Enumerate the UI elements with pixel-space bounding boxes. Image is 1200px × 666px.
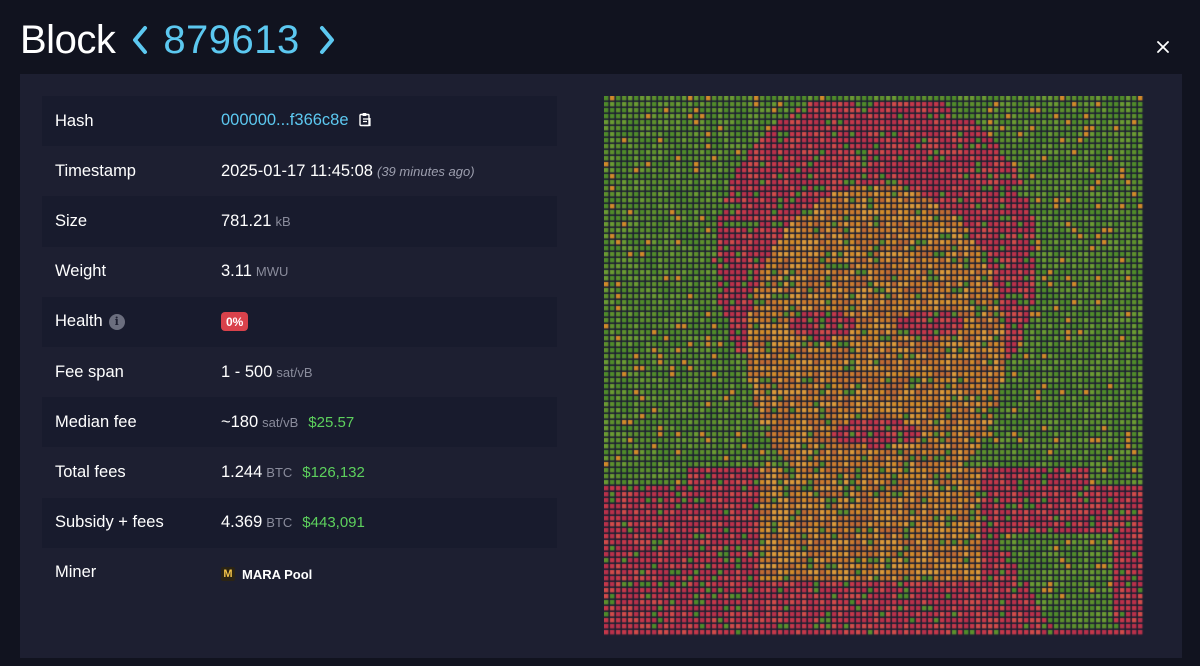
info-icon[interactable]: i — [108, 313, 125, 330]
mara-pool-logo-icon: M — [221, 567, 235, 582]
page-header: Block 879613 — [20, 14, 340, 66]
block-height: 879613 — [163, 17, 300, 62]
subsidy-fees-value: 4.369 — [221, 513, 263, 532]
row-total-fees: Total fees 1.244 BTC $126,132 — [42, 447, 557, 497]
median-fee-label: Median fee — [55, 412, 137, 431]
block-details-table: Hash 000000...f366c8e Timestamp 2025-01-… — [42, 96, 557, 598]
weight-unit: MWU — [255, 264, 289, 280]
row-weight: Weight 3.11 MWU — [42, 247, 557, 297]
total-fees-value: 1.244 — [221, 462, 263, 481]
total-fees-label: Total fees — [55, 462, 126, 481]
total-fees-fiat: $126,132 — [302, 463, 365, 481]
block-transactions-visualization[interactable] — [604, 96, 1144, 636]
weight-label: Weight — [55, 262, 107, 281]
chevron-right-icon — [319, 26, 334, 54]
block-card: Hash 000000...f366c8e Timestamp 2025-01-… — [20, 74, 1182, 658]
next-block-button[interactable] — [314, 20, 340, 60]
fee-span-label: Fee span — [55, 362, 124, 381]
miner-label: Miner — [55, 563, 97, 582]
chevron-left-icon — [133, 26, 148, 54]
size-unit: kB — [275, 213, 291, 229]
weight-value: 3.11 — [221, 262, 252, 281]
hash-link[interactable]: 000000...f366c8e — [221, 111, 349, 129]
row-miner: Miner M MARA Pool — [42, 548, 557, 598]
size-value: 781.21 — [221, 211, 272, 230]
subsidy-fees-unit: BTC — [266, 515, 293, 531]
row-hash: Hash 000000...f366c8e — [42, 96, 557, 147]
total-fees-unit: BTC — [266, 464, 293, 480]
health-badge: 0% — [221, 312, 249, 332]
health-label: Health — [55, 312, 103, 331]
size-label: Size — [55, 211, 88, 230]
subsidy-fees-label: Subsidy + fees — [55, 513, 164, 532]
previous-block-button[interactable] — [127, 20, 153, 60]
median-fee-fiat: $25.57 — [308, 413, 355, 431]
close-button[interactable] — [1150, 34, 1176, 60]
median-fee-value: ~180 — [221, 412, 259, 431]
row-health: Health i 0% — [42, 296, 557, 347]
timestamp-relative: (39 minutes ago) — [377, 163, 475, 179]
fee-span-unit: sat/vB — [276, 364, 313, 380]
row-median-fee: Median fee ~180 sat/vB $25.57 — [42, 397, 557, 448]
timestamp-value: 2025-01-17 11:45:08 — [221, 161, 373, 180]
row-timestamp: Timestamp 2025-01-17 11:45:08 (39 minutes… — [42, 146, 557, 196]
close-icon — [1157, 41, 1169, 53]
row-fee-span: Fee span 1 - 500 sat/vB — [42, 347, 557, 397]
row-size: Size 781.21 kB — [42, 196, 557, 247]
miner-name: MARA Pool — [242, 566, 313, 582]
fee-span-value: 1 - 500 — [221, 362, 273, 381]
subsidy-fees-fiat: $443,091 — [302, 514, 365, 532]
median-fee-unit: sat/vB — [262, 414, 299, 430]
timestamp-label: Timestamp — [55, 161, 136, 180]
row-subsidy-fees: Subsidy + fees 4.369 BTC $443,091 — [42, 497, 557, 548]
page-title: Block — [20, 17, 116, 62]
miner-link[interactable]: M MARA Pool — [221, 567, 312, 582]
hash-label: Hash — [55, 111, 94, 130]
copy-icon[interactable] — [359, 112, 372, 132]
